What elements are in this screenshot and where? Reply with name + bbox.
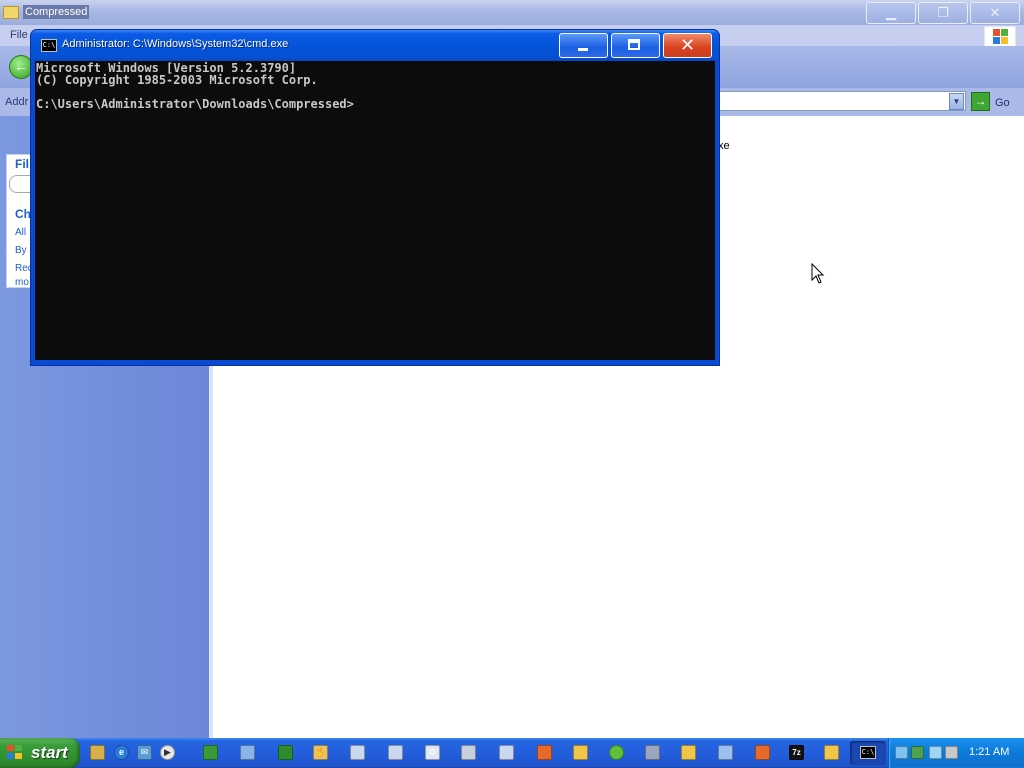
media-player-icon[interactable]: ▶: [160, 745, 175, 760]
panel-link-by[interactable]: By: [15, 245, 27, 256]
panel-subheading: Ch: [15, 207, 31, 221]
folder-icon[interactable]: [573, 745, 588, 760]
cmd-minimize-button[interactable]: [559, 33, 608, 58]
cmd-close-button[interactable]: ✕: [663, 33, 712, 58]
system-tray: 1:21 AM: [888, 738, 1024, 768]
7zip-icon[interactable]: 7z: [789, 745, 804, 760]
address-label: Addr: [5, 96, 29, 108]
minimize-icon: [578, 48, 588, 51]
internet-explorer-icon[interactable]: e: [114, 745, 129, 760]
document-icon-2[interactable]: [388, 745, 403, 760]
console-prompt: C:\Users\Administrator\Downloads\Compres…: [36, 97, 354, 111]
network-icon[interactable]: [895, 746, 908, 759]
console-icon[interactable]: C:\: [41, 39, 57, 52]
document-icon-3[interactable]: [499, 745, 514, 760]
folder-icon-3[interactable]: [824, 745, 839, 760]
traffic-cone-icon-2[interactable]: [755, 745, 770, 760]
clock[interactable]: 1:21 AM: [969, 746, 1009, 758]
folder-icon-2[interactable]: [681, 745, 696, 760]
document-icon[interactable]: [350, 745, 365, 760]
folder-icon: [3, 6, 19, 19]
green-circle-icon[interactable]: [609, 745, 624, 760]
explorer-minimize-button[interactable]: ▁: [866, 2, 916, 24]
console-output[interactable]: Microsoft Windows [Version 5.2.3790] (C)…: [35, 61, 715, 360]
hand-tool-icon[interactable]: ✋: [313, 745, 328, 760]
go-arrow-icon[interactable]: →: [971, 92, 990, 111]
explorer-title: Compressed: [23, 5, 90, 19]
computer-icon[interactable]: [240, 745, 255, 760]
start-button[interactable]: start: [0, 738, 80, 768]
tools-icon[interactable]: [645, 745, 660, 760]
mouse-pointer-icon: [811, 263, 825, 284]
cmd-window: C:\ Administrator: C:\Windows\System32\c…: [30, 29, 720, 366]
console-line: (C) Copyright 1985-2003 Microsoft Corp.: [36, 73, 318, 87]
show-desktop-icon[interactable]: [90, 745, 105, 760]
menu-file[interactable]: File: [10, 29, 28, 41]
gear-icon[interactable]: ⚙: [425, 745, 440, 760]
traffic-cone-icon[interactable]: [537, 745, 552, 760]
maximize-icon: [628, 39, 640, 50]
windows-flag-icon: [7, 745, 25, 761]
close-icon: ✕: [679, 35, 696, 55]
start-label: start: [31, 743, 68, 762]
panel-heading: Fil: [15, 157, 29, 171]
server-icon[interactable]: [718, 745, 733, 760]
explorer-close-button[interactable]: ✕: [970, 2, 1020, 24]
cmd-title: Administrator: C:\Windows\System32\cmd.e…: [62, 38, 289, 50]
taskbar: start e ✉ ▶ ✋ ⚙ 7z C:\ 1:21 AM: [0, 738, 1024, 768]
explorer-titlebar[interactable]: Compressed ▁ ❐ ✕: [0, 0, 1024, 25]
address-dropdown-icon[interactable]: ▼: [949, 93, 964, 110]
console-icon: C:\: [860, 746, 876, 759]
explorer-restore-button[interactable]: ❐: [918, 2, 968, 24]
volume-icon[interactable]: [945, 746, 958, 759]
outlook-express-icon[interactable]: ✉: [137, 745, 152, 760]
address-input[interactable]: [716, 91, 966, 111]
go-button[interactable]: Go: [995, 97, 1010, 109]
panel-link-all[interactable]: All: [15, 227, 26, 238]
cmd-maximize-button[interactable]: [611, 33, 660, 58]
tray-app-icon[interactable]: [911, 746, 924, 759]
windows-logo-icon: [984, 26, 1016, 47]
panel-link-more[interactable]: mo: [15, 277, 29, 287]
network-computers-icon[interactable]: [929, 746, 942, 759]
cmd-titlebar[interactable]: C:\ Administrator: C:\Windows\System32\c…: [31, 30, 719, 61]
taskbar-button-cmd[interactable]: C:\: [850, 741, 886, 765]
network-globe-icon[interactable]: [203, 745, 218, 760]
recycle-icon[interactable]: [278, 745, 293, 760]
monitor-icon[interactable]: [461, 745, 476, 760]
